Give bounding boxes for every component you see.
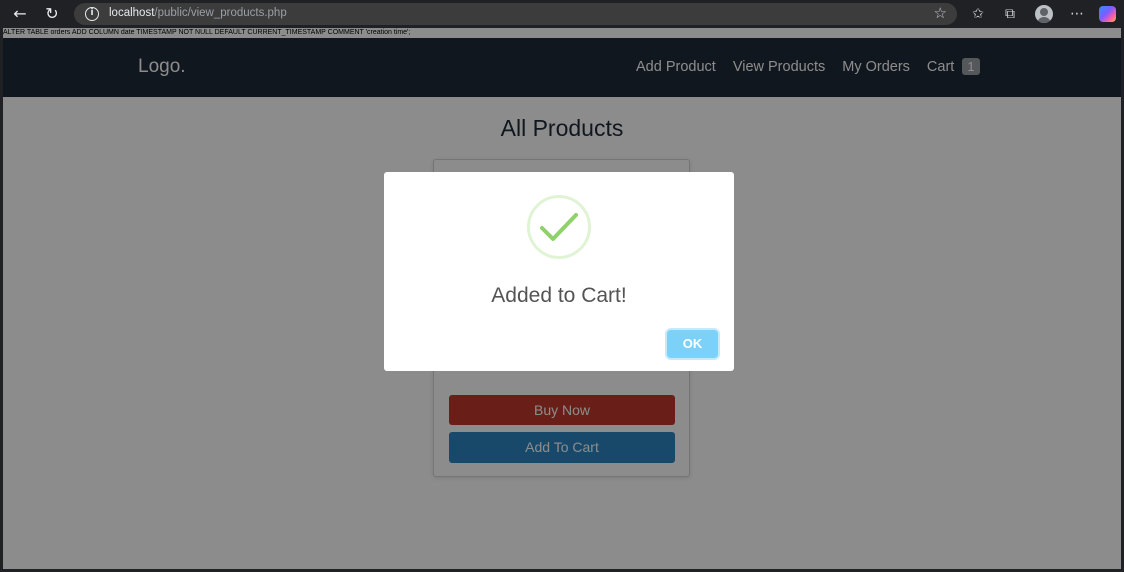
back-icon[interactable]: ←	[9, 4, 31, 24]
browser-toolbar: ← ↻ i localhost/public/view_products.php…	[0, 0, 1124, 28]
more-menu-icon[interactable]: ⋯	[1066, 4, 1088, 24]
ok-button[interactable]: OK	[667, 330, 718, 358]
site-info-icon[interactable]: i	[85, 7, 99, 21]
address-bar[interactable]: i localhost/public/view_products.php ☆	[74, 3, 957, 25]
url-host: localhost	[109, 7, 155, 19]
profile-avatar-icon[interactable]	[1035, 5, 1053, 23]
url-path: /public/view_products.php	[154, 7, 287, 19]
reload-icon[interactable]: ↻	[41, 4, 63, 24]
success-check-icon	[527, 195, 591, 259]
dialog-title: Added to Cart!	[491, 284, 627, 307]
copilot-icon[interactable]	[1099, 6, 1116, 22]
success-dialog: Added to Cart! OK	[384, 172, 734, 371]
bookmark-star-icon[interactable]: ☆	[934, 4, 947, 22]
url-text[interactable]: localhost/public/view_products.php	[109, 7, 287, 19]
favorites-icon[interactable]: ✩	[967, 4, 989, 24]
browser-extensions-icon[interactable]: ⧉	[999, 4, 1021, 24]
